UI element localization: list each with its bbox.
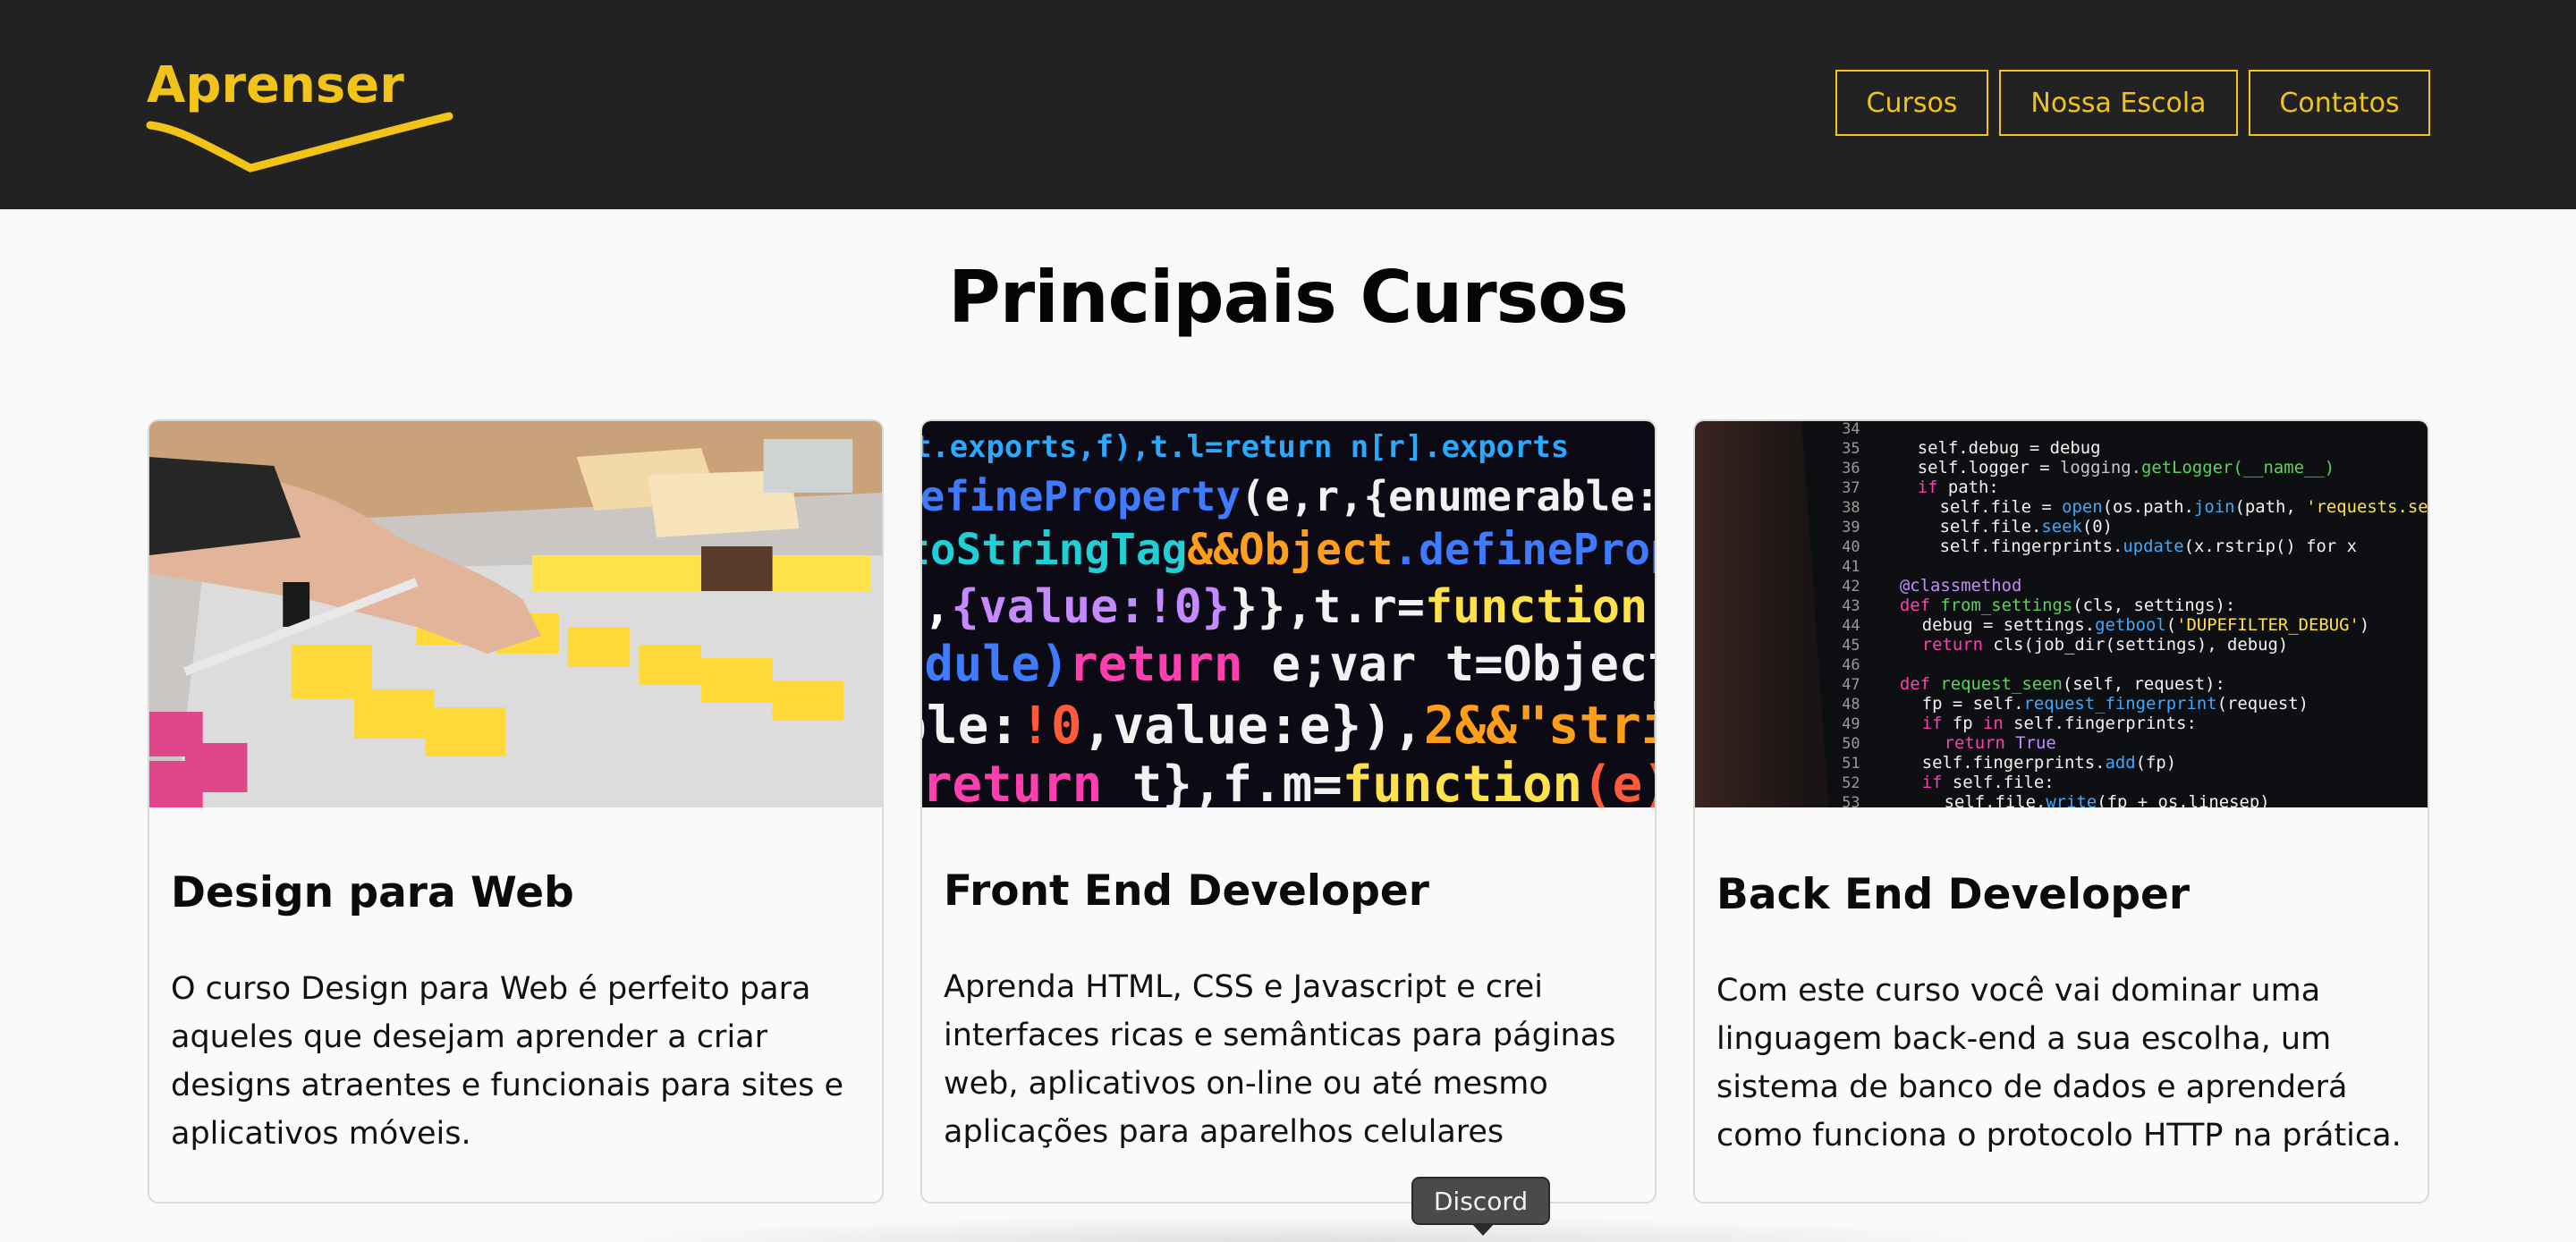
svg-text:return t},f.m=function(e){var: return t},f.m=function(e){var [922,756,1655,807]
svg-text:def from_settings(cls, setting: def from_settings(cls, settings): [1900,596,2235,615]
svg-text:debug = settings.getbool('DUPE: debug = settings.getbool('DUPEFILTER_DEB… [1922,615,2369,635]
svg-text:45: 45 [1842,636,1860,654]
svg-text:if self.file:: if self.file: [1922,773,2055,792]
card-description-line: Com este curso você vai dominar uma [1716,973,2321,1009]
svg-text:40: 40 [1842,537,1860,555]
svg-text:self.fingerprints.add(fp): self.fingerprints.add(fp) [1922,753,2176,773]
aprenser-logo[interactable]: Aprenser [143,55,456,177]
svg-text:def request_seen(self, request: def request_seen(self, request): [1900,674,2225,694]
svg-text:self.fingerprints.update(x.rst: self.fingerprints.update(x.rstrip() for … [1940,537,2357,556]
svg-text:51: 51 [1842,754,1860,772]
svg-text:toStringTag&&Object.defineProp: toStringTag&&Object.defineProperty [922,526,1655,575]
card-description-line: aplicações para aparelhos celulares [944,1114,1504,1150]
card-description-line: Aprenda HTML, CSS e Javascript e crei [944,969,1543,1005]
svg-text:34: 34 [1842,421,1860,437]
card-description: O curso Design para Web é perfeito para … [171,965,869,1158]
svg-text:if path:: if path: [1918,477,1999,497]
card-description-line: aplicativos móveis. [171,1116,471,1152]
svg-text:48: 48 [1842,695,1860,713]
card-description-line: web, aplicativos on-line ou até mesmo [944,1066,1548,1102]
card-description-line: sistema de banco de dados e aprenderá [1716,1069,2348,1105]
svg-text:self.file = open(os.path.join(: self.file = open(os.path.join(path, 'req… [1940,497,2428,517]
nav-cursos-button[interactable]: Cursos [1835,70,1988,136]
card-description-line: linguagem back-end a sua escolha, um [1716,1021,2332,1057]
card-description-line: O curso Design para Web é perfeito para [171,971,811,1007]
tooltip-arrow [1471,1223,1495,1236]
svg-text:fp = self.request_fingerprint(: fp = self.request_fingerprint(request) [1922,694,2309,714]
svg-text:@classmethod: @classmethod [1900,576,2021,596]
svg-text:return True: return True [1945,733,2056,753]
card-title: Back End Developer [1716,870,2190,919]
svg-text:ble:!0,value:e}),2&&"string": ble:!0,value:e}),2&&"string" [922,695,1655,756]
svg-text:43: 43 [1842,596,1860,614]
svg-text:37: 37 [1842,478,1860,496]
sticky-notes-planning-photo [149,421,882,807]
course-card-front-end[interactable]: t.exports,f),t.l=return n[r].exports def… [920,419,1657,1204]
card-title: Front End Developer [944,866,1429,916]
card-description-line: designs atraentes e funcionais para site… [171,1068,843,1103]
svg-text:44: 44 [1842,616,1860,634]
nav-nossa-escola-button[interactable]: Nossa Escola [1999,70,2238,136]
svg-text:38: 38 [1842,498,1860,516]
svg-text:52: 52 [1842,773,1860,791]
svg-text:",{value:!0}}},t.r=function: ",{value:!0}}},t.r=function [922,580,1648,634]
course-card-back-end[interactable]: 34 35 36 37 38 39 40 41 42 43 44 45 46 47 48 49 50 5… [1693,419,2429,1204]
course-card-design[interactable]: Design para Web O curso Design para Web … [148,419,884,1204]
site-header: Aprenser Cursos Nossa Escola Contatos [0,0,2576,209]
svg-text:t.exports,f),t.l=return n[r].e: t.exports,f),t.l=return n[r].exports [922,429,1569,464]
svg-text:39: 39 [1842,518,1860,536]
page-title: Principais Cursos [948,256,1629,339]
card-description: Aprenda HTML, CSS e Javascript e crei in… [944,963,1641,1156]
svg-text:36: 36 [1842,459,1860,477]
svg-text:return cls(job_dir(settings),: return cls(job_dir(settings), debug) [1922,635,2288,655]
svg-text:41: 41 [1842,557,1860,575]
card-description-line: aqueles que desejam aprender a criar [171,1019,767,1055]
svg-text:35: 35 [1842,439,1860,457]
svg-text:50: 50 [1842,734,1860,752]
card-title: Design para Web [171,868,574,917]
discord-tooltip: Discord [1411,1177,1550,1225]
nav-contatos-button[interactable]: Contatos [2249,70,2430,136]
svg-text:if fp in self.fingerprints:: if fp in self.fingerprints: [1922,714,2197,733]
svg-text:Aprenser: Aprenser [147,56,404,114]
svg-text:42: 42 [1842,577,1860,595]
svg-text:self.file.write(fp + os.linese: self.file.write(fp + os.linesep) [1945,792,2270,807]
svg-text:odule)return e;var t=Object.cr: odule)return e;var t=Object.create(null) [922,636,1655,692]
card-description: Com este curso você vai dominar uma ling… [1716,967,2414,1160]
colorful-code-screen-photo: t.exports,f),t.l=return n[r].exports def… [922,421,1655,807]
svg-text:47: 47 [1842,675,1860,693]
svg-text:49: 49 [1842,714,1860,732]
card-description-line: interfaces ricas e semânticas para págin… [944,1018,1616,1053]
python-code-monitor-photo: 34 35 36 37 38 39 40 41 42 43 44 45 46 47 48 49 50 5… [1695,421,2428,807]
svg-text:defineProperty(e,r,{enumerable: defineProperty(e,r,{enumerable:!0,get:t [922,472,1655,520]
svg-text:self.logger = logging.getLogge: self.logger = logging.getLogger(__name__… [1918,458,2334,477]
svg-text:46: 46 [1842,655,1860,673]
card-description-line: como funciona o protocolo HTTP na prátic… [1716,1118,2402,1153]
dock-shadow [590,1216,2021,1242]
svg-text:self.debug = debug: self.debug = debug [1918,438,2101,458]
svg-text:self.file.seek(0): self.file.seek(0) [1940,517,2113,537]
svg-text:53: 53 [1842,793,1860,807]
